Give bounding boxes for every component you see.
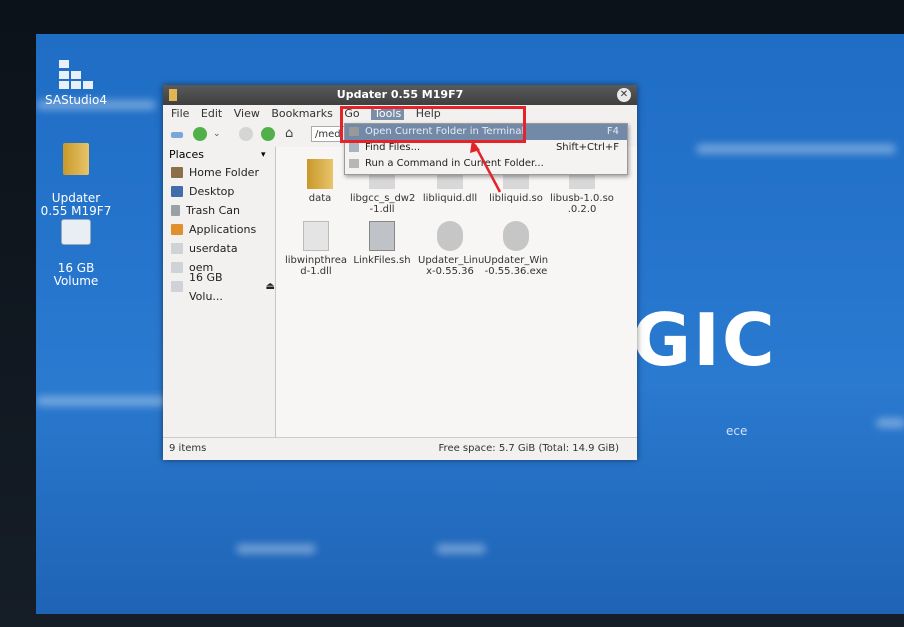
annotation-arrow-line [473,144,502,193]
annotation-arrow [470,140,502,193]
